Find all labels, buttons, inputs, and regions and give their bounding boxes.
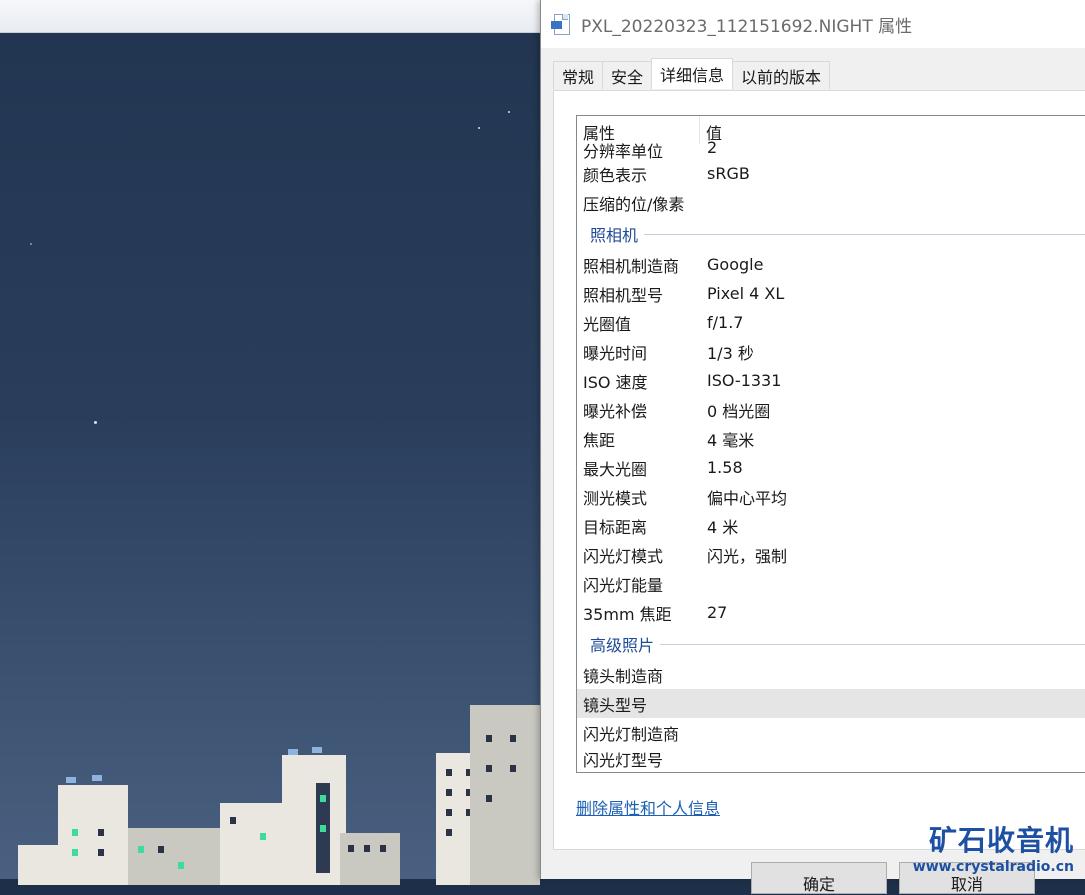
property-name: 曝光时间 [583, 343, 648, 363]
property-name: 测光模式 [583, 488, 648, 508]
star [478, 127, 480, 129]
watermark-logo: 矿石收音机 [928, 824, 1074, 857]
property-value: 偏中心平均 [707, 488, 788, 508]
list-item[interactable]: 最大光圈 1.58 [577, 453, 1085, 482]
building [220, 803, 290, 885]
property-value: Google [707, 255, 764, 274]
property-list[interactable]: 属性 值 分辨率单位 2 颜色表示 sRGB 压缩的位/像素 照相机 照相机制造… [576, 115, 1085, 773]
property-name: 颜色表示 [583, 165, 648, 185]
property-value: ISO-1331 [707, 371, 782, 390]
list-item[interactable]: 闪光灯模式 闪光，强制 [577, 540, 1085, 569]
property-name: 曝光补偿 [583, 401, 648, 421]
group-divider [644, 234, 1085, 235]
star [30, 243, 32, 245]
list-item[interactable]: 目标距离 4 米 [577, 511, 1085, 540]
list-item[interactable]: 测光模式 偏中心平均 [577, 482, 1085, 511]
tab-previous-versions[interactable]: 以前的版本 [732, 61, 831, 89]
property-value: 1.58 [707, 458, 743, 477]
column-header-value[interactable]: 值 [700, 116, 722, 144]
list-item[interactable]: 35mm 焦距 27 [577, 598, 1085, 627]
dialog-title: PXL_20220323_112151692.NIGHT 属性 [581, 16, 913, 37]
property-value: 0 档光圈 [707, 401, 771, 421]
property-name: 镜头制造商 [583, 666, 664, 686]
list-item[interactable]: 镜头制造商 [577, 660, 1085, 689]
property-name: 照相机制造商 [583, 256, 680, 276]
property-name: 最大光圈 [583, 459, 648, 479]
tab-general[interactable]: 常规 [553, 61, 604, 89]
building [340, 833, 400, 885]
watermark-url: www.crystalradio.cn [912, 859, 1074, 875]
property-name: ISO 速度 [583, 372, 648, 392]
building [128, 828, 223, 885]
building [470, 705, 540, 885]
star [508, 111, 510, 113]
tab-security[interactable]: 安全 [602, 61, 653, 89]
properties-dialog: PXL_20220323_112151692.NIGHT 属性 常规 安全 详细… [540, 0, 1085, 894]
list-item[interactable]: 照相机型号 Pixel 4 XL [577, 279, 1085, 308]
list-item[interactable]: 光圈值 f/1.7 [577, 308, 1085, 337]
property-name: 闪光灯能量 [583, 575, 664, 595]
remove-properties-link[interactable]: 删除属性和个人信息 [576, 795, 720, 819]
property-value: Pixel 4 XL [707, 284, 785, 303]
building [58, 775, 128, 885]
property-value: 闪光，强制 [707, 546, 788, 566]
property-name: 光圈值 [583, 314, 632, 334]
night-sky-photo [0, 33, 540, 885]
property-name: 镜头型号 [583, 695, 648, 715]
building [282, 747, 346, 885]
property-name: 焦距 [583, 430, 616, 450]
list-item[interactable]: 压缩的位/像素 [577, 188, 1085, 217]
property-name: 35mm 焦距 [583, 604, 672, 624]
property-name: 闪光灯制造商 [583, 724, 680, 744]
group-label: 高级照片 [590, 635, 655, 655]
property-name: 闪光灯型号 [583, 751, 664, 770]
ok-button[interactable]: 确定 [751, 862, 887, 894]
list-item[interactable]: 照相机制造商 Google [577, 250, 1085, 279]
property-value: 4 毫米 [707, 430, 755, 450]
star [94, 421, 97, 424]
list-item[interactable]: 镜头型号 [577, 689, 1085, 718]
list-header: 属性 值 [577, 116, 1085, 144]
tab-details[interactable]: 详细信息 [651, 58, 734, 89]
property-name: 闪光灯模式 [583, 546, 664, 566]
list-item[interactable]: 曝光补偿 0 档光圈 [577, 395, 1085, 424]
tab-strip: 常规 安全 详细信息 以前的版本 [553, 58, 831, 90]
list-item[interactable]: ISO 速度 ISO-1331 [577, 366, 1085, 395]
property-value: sRGB [707, 164, 750, 183]
list-item[interactable]: 曝光时间 1/3 秒 [577, 337, 1085, 366]
property-name: 目标距离 [583, 517, 648, 537]
background-app-toolbar [0, 0, 540, 33]
list-item[interactable]: 颜色表示 sRGB [577, 159, 1085, 188]
watermark: 矿石收音机 www.crystalradio.cn [913, 819, 1074, 875]
dialog-titlebar[interactable]: PXL_20220323_112151692.NIGHT 属性 [541, 0, 1085, 48]
group-header-camera: 照相机 [577, 217, 1085, 250]
list-item[interactable]: 闪光灯制造商 [577, 718, 1085, 747]
property-value: f/1.7 [707, 313, 744, 332]
property-value: 1/3 秒 [707, 343, 754, 363]
property-name: 照相机型号 [583, 285, 664, 305]
list-item[interactable]: 闪光灯型号 [577, 747, 1085, 770]
column-header-property[interactable]: 属性 [577, 116, 700, 144]
group-label: 照相机 [590, 225, 639, 245]
property-value: 27 [707, 603, 728, 622]
image-file-icon [551, 13, 571, 35]
property-value: 4 米 [707, 517, 739, 537]
group-divider [660, 644, 1085, 645]
details-panel: 属性 值 分辨率单位 2 颜色表示 sRGB 压缩的位/像素 照相机 照相机制造… [553, 90, 1085, 850]
list-item[interactable]: 闪光灯能量 [577, 569, 1085, 598]
group-header-advanced-photo: 高级照片 [577, 627, 1085, 660]
list-item[interactable]: 焦距 4 毫米 [577, 424, 1085, 453]
property-name: 压缩的位/像素 [583, 194, 685, 214]
